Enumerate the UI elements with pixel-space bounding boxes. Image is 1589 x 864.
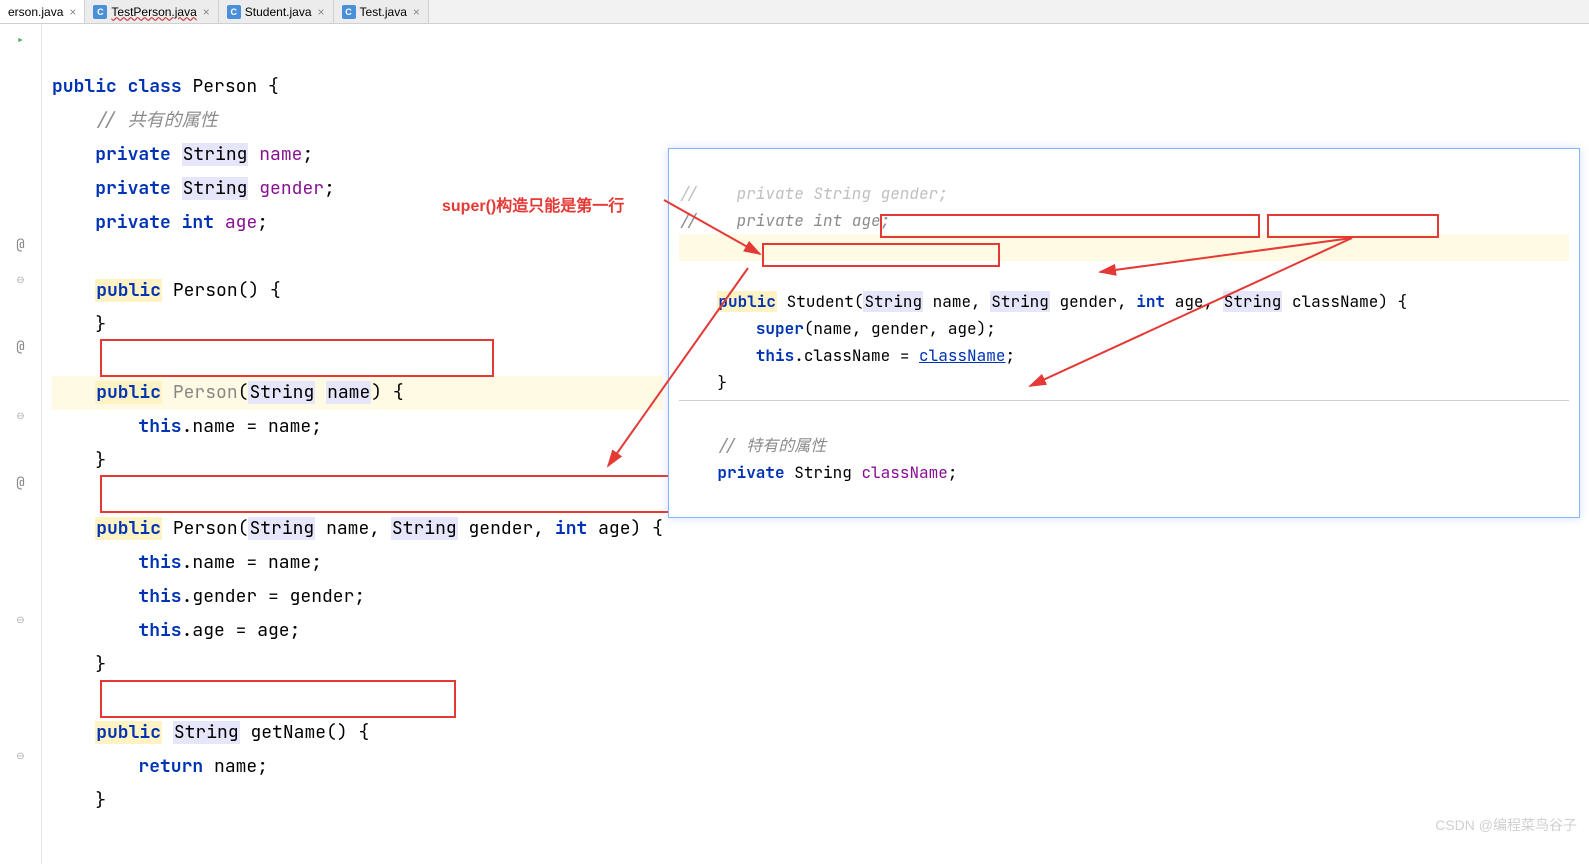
fold-icon[interactable]: ⊖: [16, 613, 24, 626]
java-class-icon: C: [93, 5, 107, 19]
code-line: [52, 483, 63, 506]
code-line: [679, 234, 1569, 261]
java-class-icon: C: [227, 5, 241, 19]
annotation-label: super()构造只能是第一行: [442, 192, 624, 216]
override-icon[interactable]: @: [16, 474, 24, 492]
run-icon[interactable]: ▸: [16, 32, 24, 50]
close-icon[interactable]: ×: [413, 5, 420, 19]
code-line-current: public Person(String name) {: [52, 376, 663, 410]
code-line: [52, 347, 63, 370]
tab-label: erson.java: [8, 5, 63, 19]
code-line: return name;: [52, 755, 268, 778]
code-line: }: [679, 372, 727, 393]
code-line: public Person() {: [52, 279, 281, 302]
code-line: this.age = age;: [52, 619, 300, 642]
quick-definition-popup[interactable]: // private String gender; // private int…: [668, 148, 1580, 518]
tab-bar: erson.java × C TestPerson.java × C Stude…: [0, 0, 1589, 24]
code-line: private String className;: [679, 462, 957, 483]
close-icon[interactable]: ×: [318, 5, 325, 19]
tab-testperson[interactable]: C TestPerson.java ×: [85, 0, 218, 23]
tab-label: TestPerson.java: [111, 5, 196, 19]
code-line: private String name;: [52, 143, 313, 166]
code-line: private String gender;: [52, 177, 335, 200]
override-icon[interactable]: @: [16, 236, 24, 254]
tab-label: Student.java: [245, 5, 312, 19]
code-line: [52, 245, 63, 268]
tab-student[interactable]: C Student.java ×: [219, 0, 334, 23]
code-line: }: [52, 789, 106, 812]
code-line: private int age;: [52, 211, 268, 234]
separator: [679, 400, 1569, 401]
tab-test[interactable]: C Test.java ×: [334, 0, 429, 23]
code-line: public Student(String name, String gende…: [679, 291, 1407, 312]
code-line: this.name = name;: [52, 551, 322, 574]
gutter: ▸ @ ⊖ @ ⊖ @ ⊖ ⊖: [0, 24, 42, 864]
code-line: // private int age;: [679, 210, 890, 231]
tab-label: Test.java: [360, 5, 407, 19]
code-line: // private String gender;: [679, 183, 948, 204]
fold-icon[interactable]: ⊖: [16, 273, 24, 286]
code-line: // 共有的属性: [52, 109, 218, 132]
java-class-icon: C: [342, 5, 356, 19]
tab-person[interactable]: erson.java ×: [0, 0, 85, 23]
code-line: super(name, gender, age);: [679, 318, 996, 339]
code-line: this.className = className;: [679, 345, 1015, 366]
code-line: public class Person {: [52, 75, 279, 98]
code-line: }: [52, 313, 106, 336]
code-line: // 特有的属性: [679, 435, 826, 456]
code-line: this.name = name;: [52, 415, 322, 438]
code-line: [52, 687, 63, 710]
code-line: }: [52, 653, 106, 676]
close-icon[interactable]: ×: [69, 5, 76, 19]
override-icon[interactable]: @: [16, 338, 24, 356]
code-line: this.gender = gender;: [52, 585, 365, 608]
code-line: }: [52, 449, 106, 472]
code-line: public String getName() {: [52, 721, 369, 744]
fold-icon[interactable]: ⊖: [16, 749, 24, 762]
code-line: public Person(String name, String gender…: [52, 517, 663, 540]
fold-icon[interactable]: ⊖: [16, 409, 24, 422]
code-area[interactable]: public class Person { // 共有的属性 private S…: [42, 24, 673, 864]
close-icon[interactable]: ×: [203, 5, 210, 19]
watermark: CSDN @编程菜鸟谷子: [1435, 815, 1577, 835]
overlay-code: // private String gender; // private int…: [669, 149, 1579, 517]
